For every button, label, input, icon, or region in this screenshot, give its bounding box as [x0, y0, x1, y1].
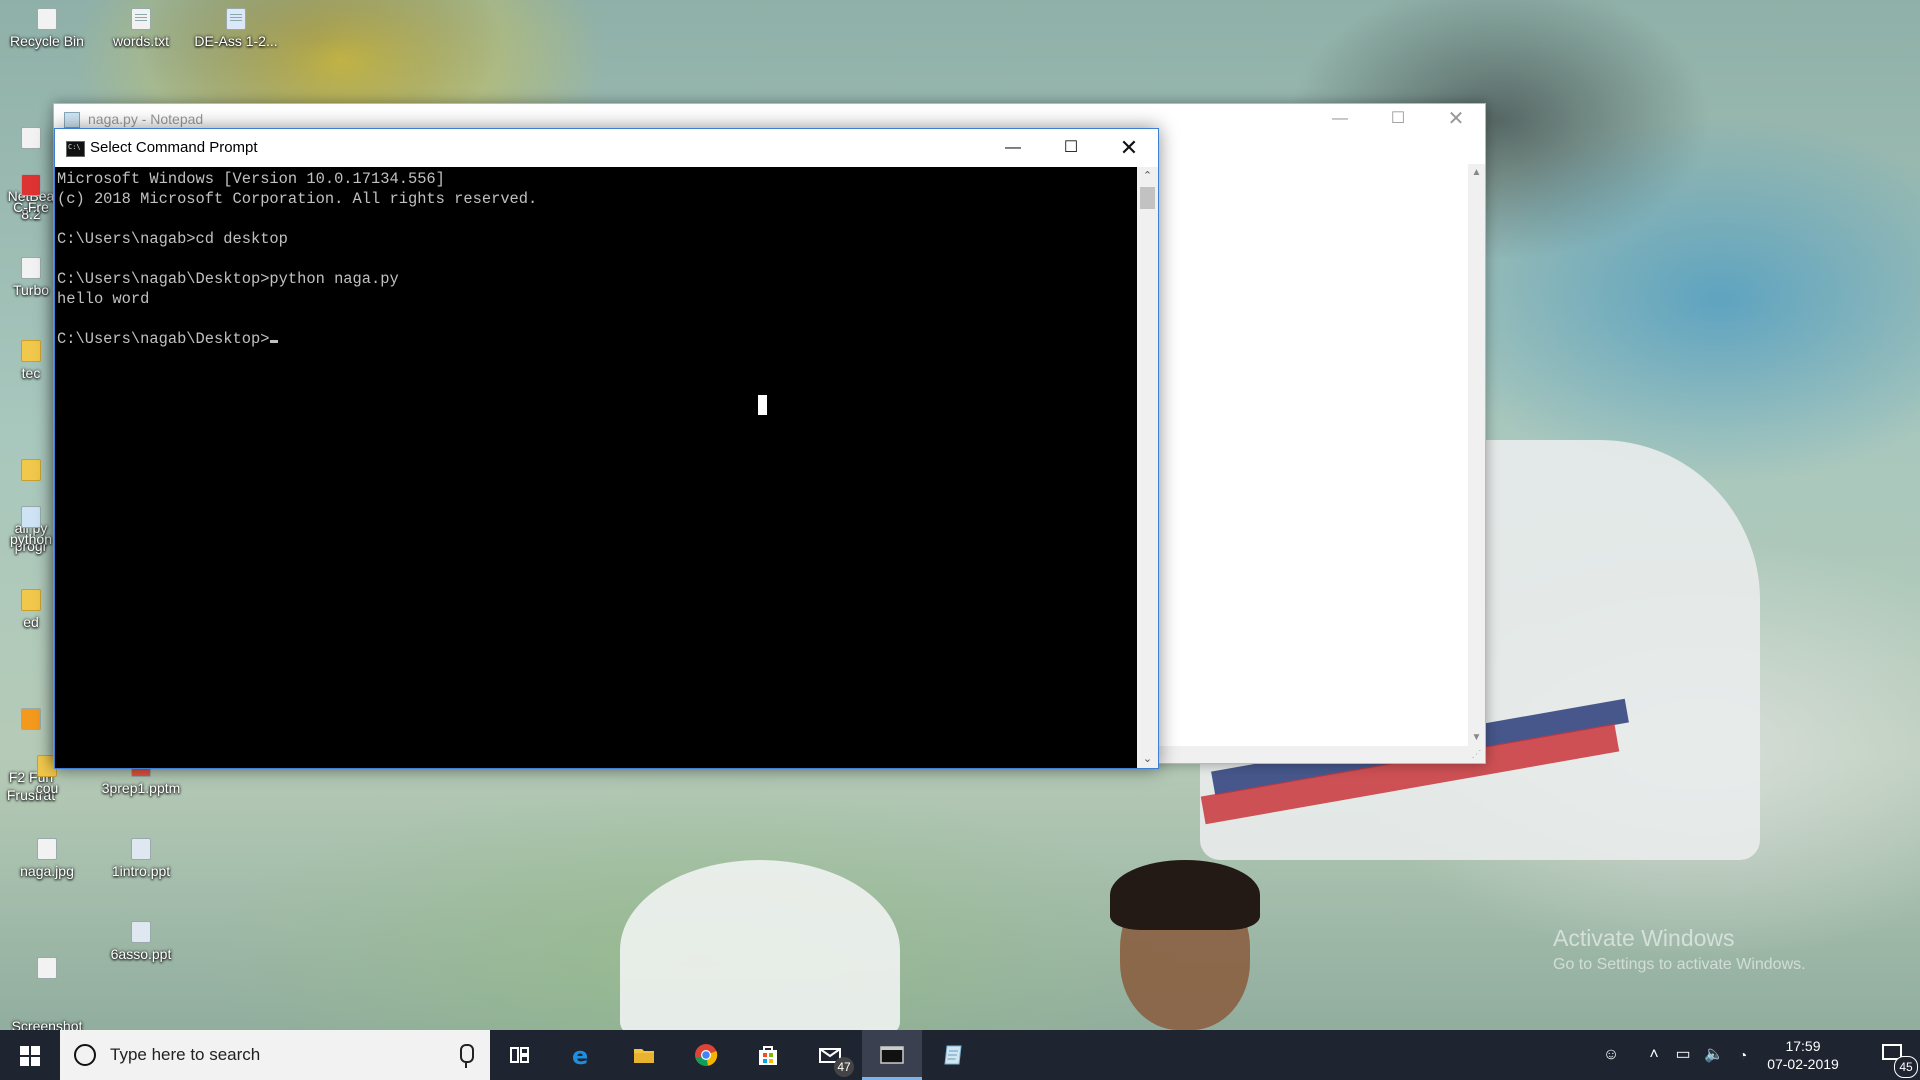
taskbar-edge[interactable]: e [552, 1030, 612, 1080]
powerpoint-icon [131, 921, 151, 943]
desktop-icon-label: cou [35, 780, 59, 796]
taskbar-notepad[interactable] [924, 1030, 984, 1080]
resize-grip-icon[interactable]: ⋰ [1468, 746, 1485, 763]
vertical-scrollbar[interactable]: ▲ ▼ [1468, 164, 1485, 746]
notepad-icon [64, 112, 80, 128]
people-icon[interactable]: ☺ [1596, 1030, 1626, 1080]
c-free-icon [21, 174, 41, 196]
taskbar: Type here to search e 47 ☺ ˄ ▭ 🔈 ◔ 17:59… [0, 1030, 1920, 1080]
minimize-button[interactable]: — [1311, 104, 1369, 134]
desktop-icon-label: Recycle Bin [10, 33, 84, 49]
wallpaper-hair [1110, 860, 1260, 930]
command-prompt-window[interactable]: Select Command Prompt — ☐ ✕ Microsoft Wi… [54, 128, 1159, 769]
windows-logo-icon [20, 1046, 40, 1066]
svg-text:e: e [572, 1043, 588, 1067]
search-placeholder: Type here to search [110, 1045, 261, 1064]
show-hidden-icons-chevron-icon[interactable]: ˄ [1642, 1030, 1666, 1080]
console-line: Microsoft Windows [Version 10.0.17134.55… [57, 170, 445, 188]
scroll-up-icon[interactable]: ▲ [1468, 164, 1485, 181]
cmd-icon [880, 1046, 904, 1064]
maximize-button[interactable]: ☐ [1042, 129, 1100, 167]
folder-icon [634, 1049, 654, 1063]
close-button[interactable]: ✕ [1427, 104, 1485, 134]
mail-badge: 47 [834, 1057, 854, 1077]
console-line: C:\Users\nagab>cd desktop [57, 230, 288, 248]
notepad-icon [944, 1045, 962, 1065]
start-button[interactable] [0, 1030, 60, 1080]
recycle-bin-icon [37, 8, 57, 30]
scroll-down-icon[interactable]: ▼ [1468, 729, 1485, 746]
console-line: C:\Users\nagab\Desktop>python naga.py [57, 270, 399, 288]
taskbar-store[interactable] [738, 1030, 798, 1080]
powerpoint-icon [131, 838, 151, 860]
microphone-icon[interactable] [460, 1044, 474, 1068]
desktop-icon-label: 6asso.ppt [110, 946, 172, 962]
console-output: Microsoft Windows [Version 10.0.17134.55… [55, 167, 1137, 349]
taskbar-file-explorer[interactable] [614, 1030, 674, 1080]
action-center-button[interactable]: 45 [1868, 1030, 1920, 1080]
netbeans-icon [21, 127, 41, 149]
folder-icon [21, 459, 41, 481]
activate-windows-watermark: Activate Windows Go to Settings to activ… [1553, 925, 1806, 974]
cmd-icon [66, 141, 85, 157]
desktop-icon-label: 3prep1.pptm [101, 780, 181, 796]
desktop-icon-words-txt[interactable]: words.txt [96, 8, 186, 50]
notification-count-badge: 45 [1894, 1056, 1918, 1078]
clock-date: 07-02-2019 [1767, 1056, 1839, 1072]
mouse-ibeam-cursor [758, 395, 767, 415]
desktop-icon-label: words.txt [112, 33, 169, 49]
scroll-down-icon[interactable]: ⌄ [1137, 750, 1158, 768]
desktop-icon-de-ass[interactable]: DE-Ass 1-2... [191, 8, 281, 50]
desktop-icon-6asso[interactable]: 6asso.ppt [96, 921, 186, 963]
text-cursor [270, 340, 279, 343]
console-area[interactable]: Microsoft Windows [Version 10.0.17134.55… [55, 167, 1137, 768]
cmd-titlebar[interactable]: Select Command Prompt — ☐ ✕ [55, 129, 1158, 167]
window-title: naga.py - Notepad [88, 111, 204, 127]
scroll-up-icon[interactable]: ⌃ [1137, 167, 1158, 185]
store-icon [759, 1046, 777, 1065]
desktop-icon-label: 1intro.ppt [111, 863, 171, 879]
watermark-subtitle: Go to Settings to activate Windows. [1553, 956, 1806, 973]
clock-time: 17:59 [1785, 1038, 1821, 1054]
vlc-icon [21, 708, 41, 730]
text-file-icon [131, 8, 151, 30]
maximize-button[interactable]: ☐ [1369, 104, 1427, 134]
python-shortcut-icon [21, 506, 41, 528]
desktop-icon-recycle-bin[interactable]: Recycle Bin [2, 8, 92, 50]
console-line: (c) 2018 Microsoft Corporation. All righ… [57, 190, 538, 208]
taskbar-task-view[interactable] [490, 1030, 550, 1080]
folder-icon [21, 340, 41, 362]
word-document-icon [226, 8, 246, 30]
turbo-c-icon [21, 257, 41, 279]
minimize-button[interactable]: — [984, 129, 1042, 167]
image-file-icon [37, 957, 57, 979]
volume-icon[interactable]: 🔈 [1700, 1030, 1728, 1080]
folder-icon [21, 589, 41, 611]
taskbar-mail[interactable]: 47 [800, 1030, 860, 1080]
taskbar-chrome[interactable] [676, 1030, 736, 1080]
cortana-circle-icon [74, 1044, 96, 1066]
taskbar-search-box[interactable]: Type here to search [60, 1030, 490, 1080]
taskbar-command-prompt[interactable] [862, 1030, 922, 1080]
wallpaper-feathers [620, 860, 900, 1040]
window-title: Select Command Prompt [90, 139, 258, 156]
taskbar-clock[interactable]: 17:59 07-02-2019 [1758, 1030, 1848, 1080]
vertical-scrollbar[interactable]: ⌃ ⌄ [1137, 167, 1158, 768]
console-line: hello word [57, 290, 150, 308]
wifi-icon[interactable]: ◔ [1730, 1030, 1756, 1080]
desktop-icon-1intro[interactable]: 1intro.ppt [96, 838, 186, 880]
console-prompt: C:\Users\nagab\Desktop> [57, 330, 270, 348]
close-button[interactable]: ✕ [1100, 129, 1158, 167]
desktop-icon-label: DE-Ass 1-2... [194, 33, 278, 49]
desktop-icon-label: naga.jpg [20, 863, 74, 879]
chrome-icon [695, 1044, 718, 1066]
image-file-icon [37, 838, 57, 860]
battery-icon[interactable]: ▭ [1668, 1030, 1698, 1080]
edge-icon: e [572, 1043, 588, 1067]
scrollbar-thumb[interactable] [1140, 187, 1155, 209]
task-view-icon [510, 1047, 529, 1063]
watermark-title: Activate Windows [1553, 925, 1735, 951]
desktop-icon-naga-jpg[interactable]: naga.jpg [2, 838, 92, 880]
